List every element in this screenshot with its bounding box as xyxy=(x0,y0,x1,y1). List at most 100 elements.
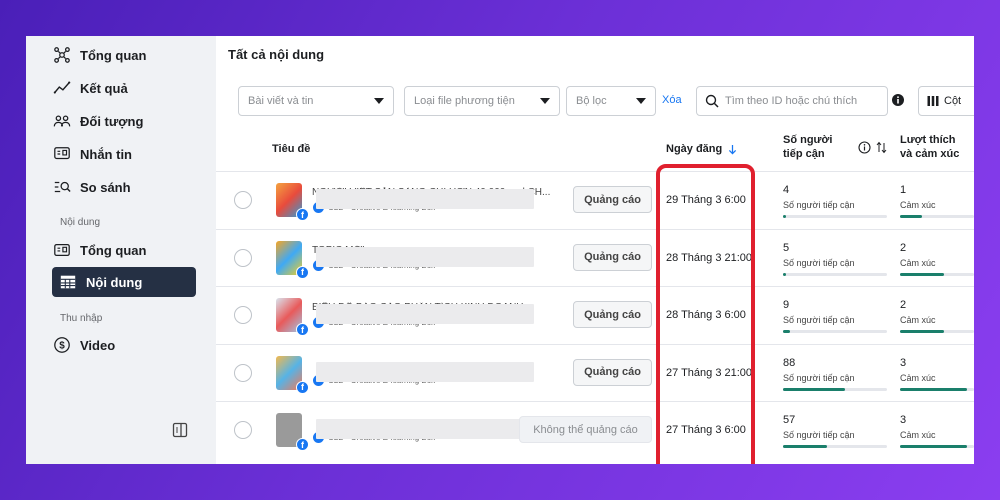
chevron-down-icon xyxy=(636,98,646,104)
sidebar-item-content[interactable]: Nội dung xyxy=(52,267,196,297)
table-icon xyxy=(58,272,78,292)
search-input[interactable]: Tìm theo ID hoặc chú thích xyxy=(696,86,888,116)
reach-label: Số người tiếp cận xyxy=(783,372,855,383)
trend-line-icon xyxy=(52,78,72,98)
sidebar-item-compare[interactable]: So sánh xyxy=(52,172,196,202)
chevron-down-icon xyxy=(540,98,550,104)
reactions-label: Cảm xúc xyxy=(900,430,936,440)
sidebar-item-content-overview[interactable]: Tổng quan xyxy=(52,235,196,265)
sidebar-item-overview[interactable]: Tổng quan xyxy=(52,40,196,70)
people-icon xyxy=(52,111,72,131)
row-select-radio[interactable] xyxy=(234,191,252,209)
sidebar-item-label: Video xyxy=(80,337,116,353)
reactions-label: Cảm xúc xyxy=(900,315,936,325)
reach-bar-fill xyxy=(783,445,827,448)
network-icon xyxy=(52,45,72,65)
file-type-value: Loại file phương tiện xyxy=(414,95,515,107)
reach-value: 88 xyxy=(783,356,796,369)
message-icon xyxy=(52,144,72,164)
reach-value: 57 xyxy=(783,414,796,426)
table-row[interactable]: f CLB - Creative E-learning Box Quảng cá… xyxy=(216,343,974,401)
section-label-income: Thu nhập xyxy=(60,313,103,324)
filter-select[interactable]: Bộ lọc xyxy=(566,86,656,116)
table-row[interactable]: f BIỂU ĐỒ BÁO CÁO PHÂN TÍCH KINH DOANH .… xyxy=(216,286,974,343)
header-reactions[interactable]: Lượt thích và cảm xúc xyxy=(900,133,959,161)
facebook-icon: f xyxy=(296,380,309,394)
reactions-label: Cảm xúc xyxy=(900,257,936,268)
row-select-radio[interactable] xyxy=(234,306,252,324)
header-date[interactable]: Ngày đăng xyxy=(666,142,737,156)
sort-both-icon[interactable] xyxy=(876,141,887,154)
row-select-radio[interactable] xyxy=(234,363,252,382)
clear-filters-link[interactable]: Xóa xyxy=(662,94,682,106)
reactions-label: Cảm xúc xyxy=(900,372,936,383)
reactions-bar-fill xyxy=(900,272,945,276)
reach-bar xyxy=(783,330,887,333)
header-reactions-line1: Lượt thích xyxy=(900,134,956,146)
main-content: Tất cả nội dung Bài viết và tin Loại fil… xyxy=(216,36,974,464)
compare-icon xyxy=(52,177,72,197)
reactions-value: 2 xyxy=(900,241,907,254)
section-label-content: Nội dung xyxy=(60,217,101,228)
reach-bar-fill xyxy=(783,387,846,391)
reach-label: Số người tiếp cận xyxy=(783,430,855,440)
collapse-sidebar-icon[interactable] xyxy=(172,422,188,438)
boost-button[interactable]: Quảng cáo xyxy=(573,358,652,386)
info-icon[interactable] xyxy=(892,94,904,106)
reach-bar xyxy=(783,215,887,218)
header-reactions-line2: và cảm xúc xyxy=(900,148,960,160)
header-title[interactable]: Tiêu đề xyxy=(272,142,310,156)
date-column-highlight xyxy=(656,164,755,464)
redaction-box xyxy=(316,304,534,324)
header-reach[interactable]: Số người tiếp cận xyxy=(783,133,832,161)
page-title: Tất cả nội dung xyxy=(228,47,325,62)
facebook-icon: f xyxy=(296,208,309,221)
table-row[interactable]: f CLB - Creative E-learning Box Không th… xyxy=(216,401,974,458)
sort-arrow-down-icon xyxy=(729,144,737,154)
redaction-box xyxy=(316,419,534,439)
reactions-value: 2 xyxy=(900,299,907,311)
reach-value: 5 xyxy=(783,241,790,254)
table-row[interactable]: f NGƯỜI VIỆT SẴN SÀNG CHI HƠN 40.000 ...… xyxy=(216,171,974,228)
boost-button[interactable]: Quảng cáo xyxy=(573,301,652,328)
reactions-bar-fill xyxy=(900,387,967,391)
reactions-bar xyxy=(900,387,974,391)
header-reach-line1: Số người xyxy=(783,134,833,146)
sidebar: Tổng quan Kết quả Đối tượng Nhắn tin So … xyxy=(26,36,216,464)
reach-label: Số người tiếp cận xyxy=(783,315,855,325)
reactions-bar xyxy=(900,215,974,218)
columns-label: Cột xyxy=(944,95,962,107)
dollar-circle-icon: $ xyxy=(52,335,72,355)
grid-icon xyxy=(52,240,72,260)
sidebar-item-messaging[interactable]: Nhắn tin xyxy=(52,139,196,169)
reactions-value: 3 xyxy=(900,356,907,369)
sidebar-item-audience[interactable]: Đối tượng xyxy=(52,106,196,136)
reactions-bar xyxy=(900,330,974,333)
chevron-down-icon xyxy=(374,98,384,104)
reactions-bar-fill xyxy=(900,330,945,333)
columns-button[interactable]: Cột xyxy=(918,86,974,116)
post-type-select[interactable]: Bài viết và tin xyxy=(238,86,394,116)
reactions-bar xyxy=(900,272,974,276)
reach-bar xyxy=(783,445,887,448)
boost-button[interactable]: Quảng cáo xyxy=(573,186,652,213)
header-date-label: Ngày đăng xyxy=(666,143,723,155)
boost-unavailable-button[interactable]: Không thể quảng cáo xyxy=(519,416,652,443)
sidebar-item-results[interactable]: Kết quả xyxy=(52,73,196,103)
sidebar-item-video[interactable]: $ Video xyxy=(52,330,196,360)
facebook-icon: f xyxy=(296,438,309,451)
sidebar-item-label: So sánh xyxy=(80,179,131,195)
reach-bar-fill xyxy=(783,215,787,218)
info-outline-icon[interactable] xyxy=(858,141,871,154)
sidebar-item-label: Tổng quan xyxy=(80,242,147,258)
post-type-value: Bài viết và tin xyxy=(248,95,314,107)
row-select-radio[interactable] xyxy=(234,421,252,439)
reactions-label: Cảm xúc xyxy=(900,200,936,210)
reactions-bar xyxy=(900,445,974,448)
columns-icon xyxy=(927,96,939,106)
file-type-select[interactable]: Loại file phương tiện xyxy=(404,86,560,116)
reach-label: Số người tiếp cận xyxy=(783,200,855,210)
row-select-radio[interactable] xyxy=(234,248,252,267)
table-row[interactable]: f TOPIC MỚI ... mục ... CLB - Creative E… xyxy=(216,228,974,286)
boost-button[interactable]: Quảng cáo xyxy=(573,243,652,271)
